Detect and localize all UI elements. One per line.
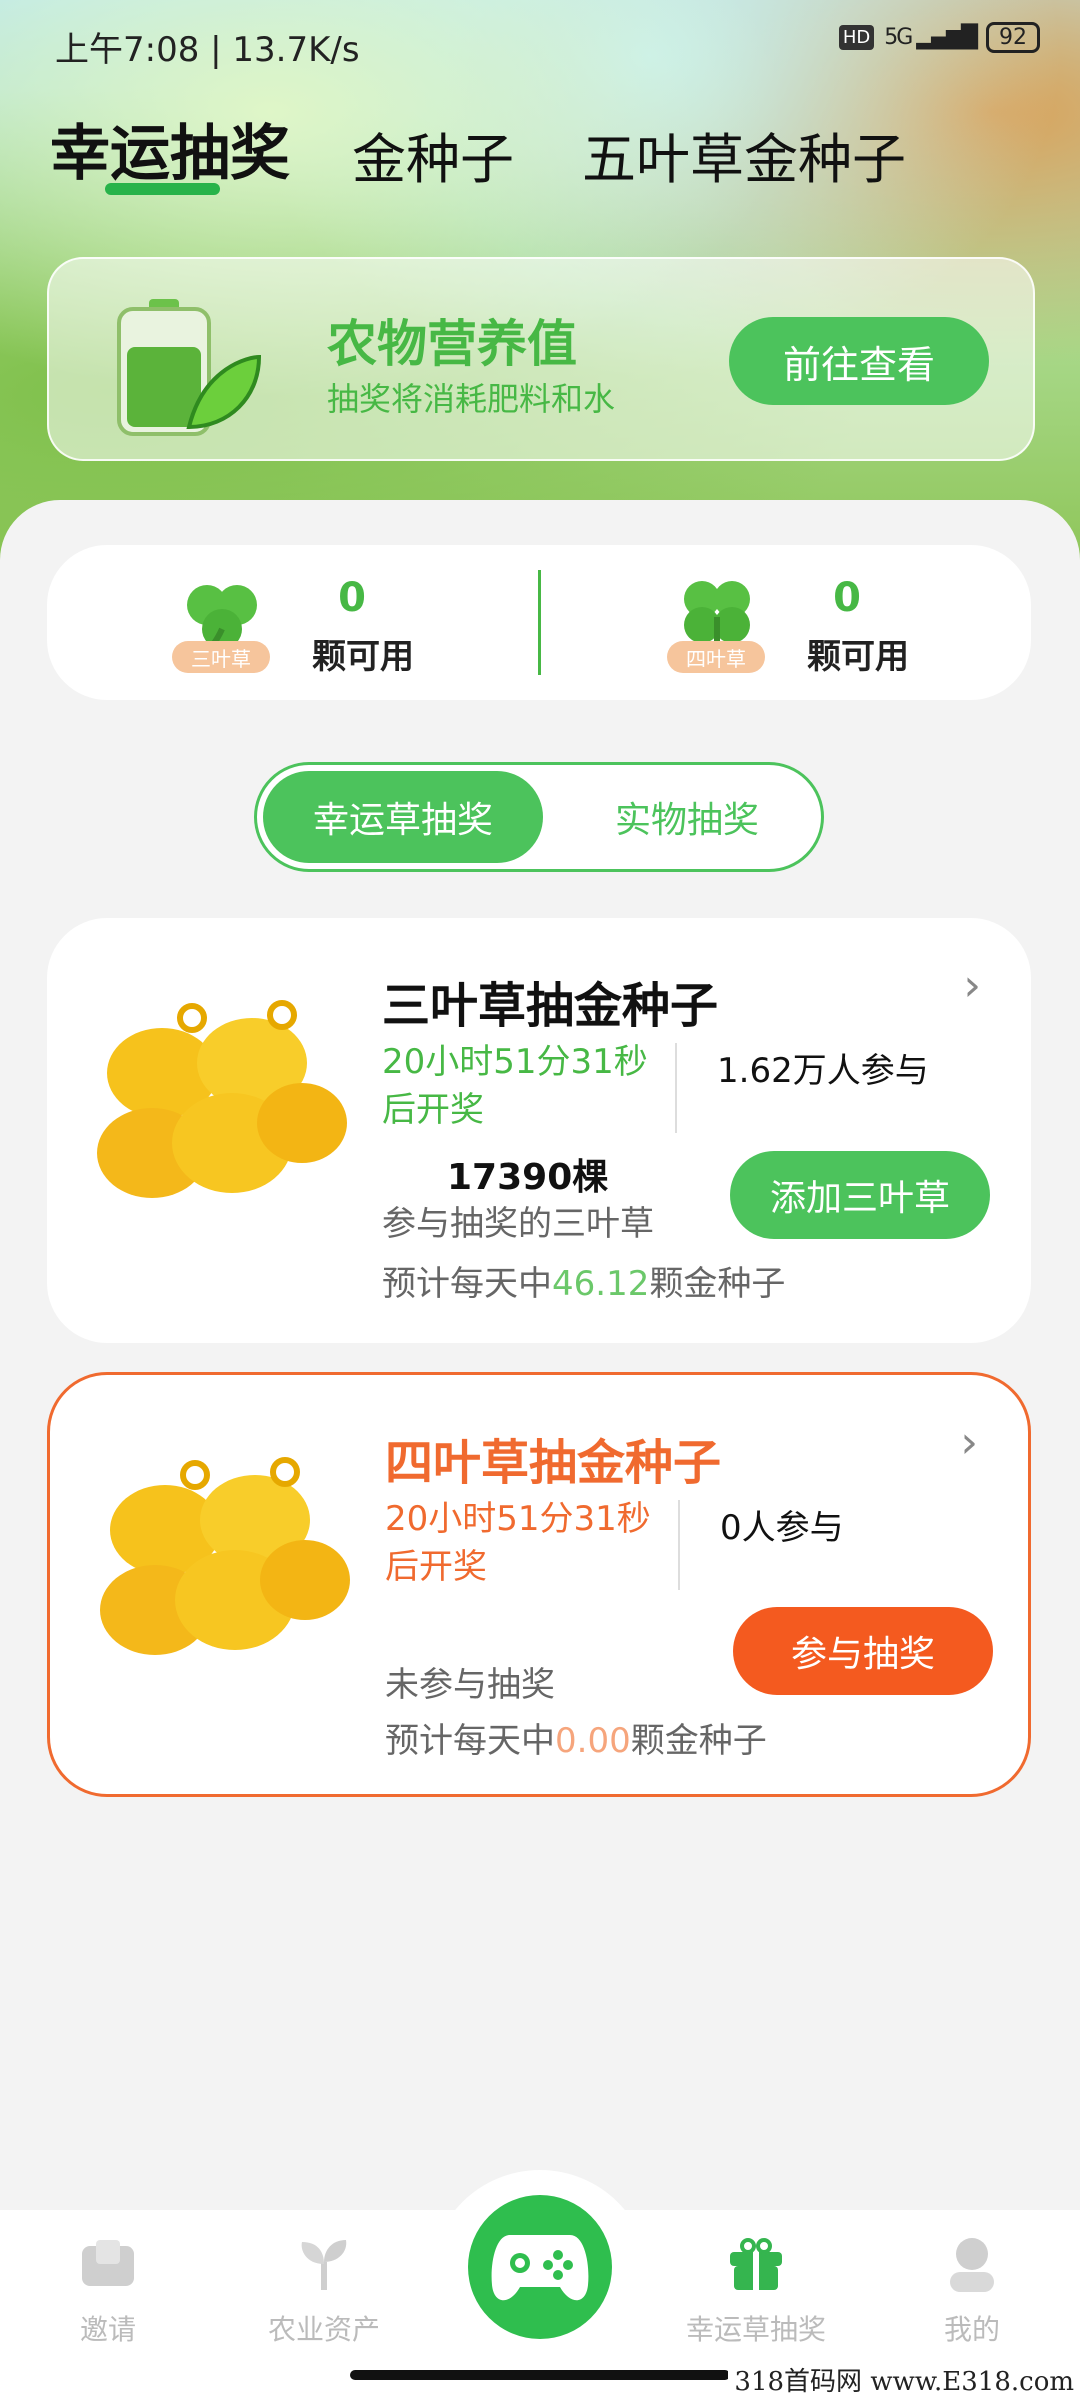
nav-label: 幸运草抽奖: [685, 2313, 826, 2346]
gift-icon: [730, 2238, 782, 2290]
watermark: 318首码网 www.E318.com: [728, 2359, 1080, 2400]
countdown-timer: 20小时51分31秒后开奖: [382, 1042, 648, 1130]
nutrition-banner: 农物营养值 抽奖将消耗肥料和水 前往查看: [47, 257, 1035, 461]
three-leaf-count: 三叶草 0 颗可用: [172, 545, 472, 700]
four-leaf-value: 0: [833, 575, 861, 621]
tab-lucky-draw[interactable]: 幸运抽奖: [50, 105, 290, 192]
content-sheet: [0, 500, 1080, 2200]
estimate-value: 46.12: [552, 1264, 650, 1304]
gamepad-icon: [491, 2235, 589, 2301]
banner-title: 农物营养值: [327, 315, 577, 373]
nav-profile[interactable]: 我的: [872, 2220, 1072, 2348]
invite-icon: [82, 2240, 134, 2286]
countdown-timer: 20小时51分31秒后开奖: [385, 1499, 651, 1587]
nav-label: 农业资产: [267, 2313, 380, 2346]
segment-lucky-clover[interactable]: 幸运草抽奖: [263, 771, 543, 863]
nav-lucky-draw[interactable]: 幸运草抽奖: [656, 2220, 856, 2348]
estimate-suffix: 颗金种子: [630, 1721, 767, 1761]
home-indicator[interactable]: [350, 2370, 730, 2380]
nav-invite[interactable]: 邀请: [8, 2220, 208, 2348]
participants-count: 1.62万人参与: [717, 1051, 929, 1091]
battery-icon: 92: [986, 22, 1040, 53]
four-leaf-count: 四叶草 0 颗可用: [667, 545, 967, 700]
hd-badge: HD: [838, 25, 875, 50]
tab-five-leaf-gold-seed[interactable]: 五叶草金种子: [582, 115, 906, 194]
nav-farm-assets[interactable]: 农业资产: [224, 2220, 424, 2348]
estimate-prefix: 预计每天中: [385, 1721, 555, 1761]
participation-status: 未参与抽奖: [385, 1665, 555, 1705]
lottery-card-four-leaf[interactable]: 四叶草抽金种子 › 20小时51分31秒后开奖 0人参与 未参与抽奖 预计每天中…: [47, 1372, 1031, 1797]
four-leaf-tag: 四叶草: [667, 641, 765, 673]
top-tabs: 幸运抽奖 金种子 五叶草金种子: [50, 105, 1040, 205]
clover-amount: 17390棵: [447, 1157, 609, 1198]
three-leaf-value: 0: [338, 575, 366, 621]
plant-icon: [301, 2240, 347, 2290]
battery-leaf-icon: [117, 299, 262, 436]
chevron-right-icon[interactable]: ›: [963, 960, 981, 1011]
chevron-right-icon[interactable]: ›: [960, 1417, 978, 1468]
four-leaf-label: 颗可用: [807, 637, 909, 677]
card-divider: [675, 1043, 677, 1133]
view-button[interactable]: 前往查看: [729, 317, 989, 405]
card-divider: [678, 1500, 680, 1590]
active-tab-indicator: [105, 183, 220, 195]
status-time: 上午7:08 | 13.7K/s: [55, 30, 360, 70]
status-bar: 上午7:08 | 13.7K/s HD 5G ▂▄▆█ 92: [55, 22, 1040, 72]
add-three-leaf-button[interactable]: 添加三叶草: [730, 1151, 990, 1239]
lottery-card-three-leaf[interactable]: 三叶草抽金种子 › 20小时51分31秒后开奖 1.62万人参与 17390棵 …: [47, 918, 1031, 1343]
count-divider: [538, 570, 541, 675]
profile-icon: [950, 2238, 994, 2292]
three-leaf-tag: 三叶草: [172, 641, 270, 673]
signal-icon: 5G ▂▄▆█: [884, 25, 978, 50]
daily-estimate: 预计每天中0.00颗金种子: [385, 1713, 767, 1762]
estimate-value: 0.00: [555, 1721, 631, 1761]
banner-subtitle: 抽奖将消耗肥料和水: [327, 380, 616, 418]
nav-game-button[interactable]: [468, 2195, 612, 2339]
estimate-suffix: 颗金种子: [649, 1264, 786, 1304]
segment-physical[interactable]: 实物抽奖: [557, 771, 817, 863]
estimate-prefix: 预计每天中: [382, 1264, 552, 1304]
status-right: HD 5G ▂▄▆█ 92: [838, 22, 1040, 53]
nav-label: 我的: [943, 2313, 1000, 2346]
gold-seeds-icon: [100, 1457, 350, 1655]
signal-label: 5G: [884, 25, 913, 50]
join-draw-button[interactable]: 参与抽奖: [733, 1607, 993, 1695]
card-title: 四叶草抽金种子: [385, 1435, 722, 1491]
clover-amount-label: 参与抽奖的三叶草: [382, 1204, 654, 1244]
draw-type-switch: 幸运草抽奖 实物抽奖: [254, 762, 824, 872]
card-title: 三叶草抽金种子: [382, 978, 719, 1034]
nav-label: 邀请: [79, 2313, 136, 2346]
three-leaf-label: 颗可用: [312, 637, 414, 677]
tab-gold-seed[interactable]: 金种子: [352, 115, 514, 194]
participants-count: 0人参与: [720, 1508, 844, 1548]
daily-estimate: 预计每天中46.12颗金种子: [382, 1256, 785, 1305]
gold-seeds-icon: [97, 1000, 347, 1198]
